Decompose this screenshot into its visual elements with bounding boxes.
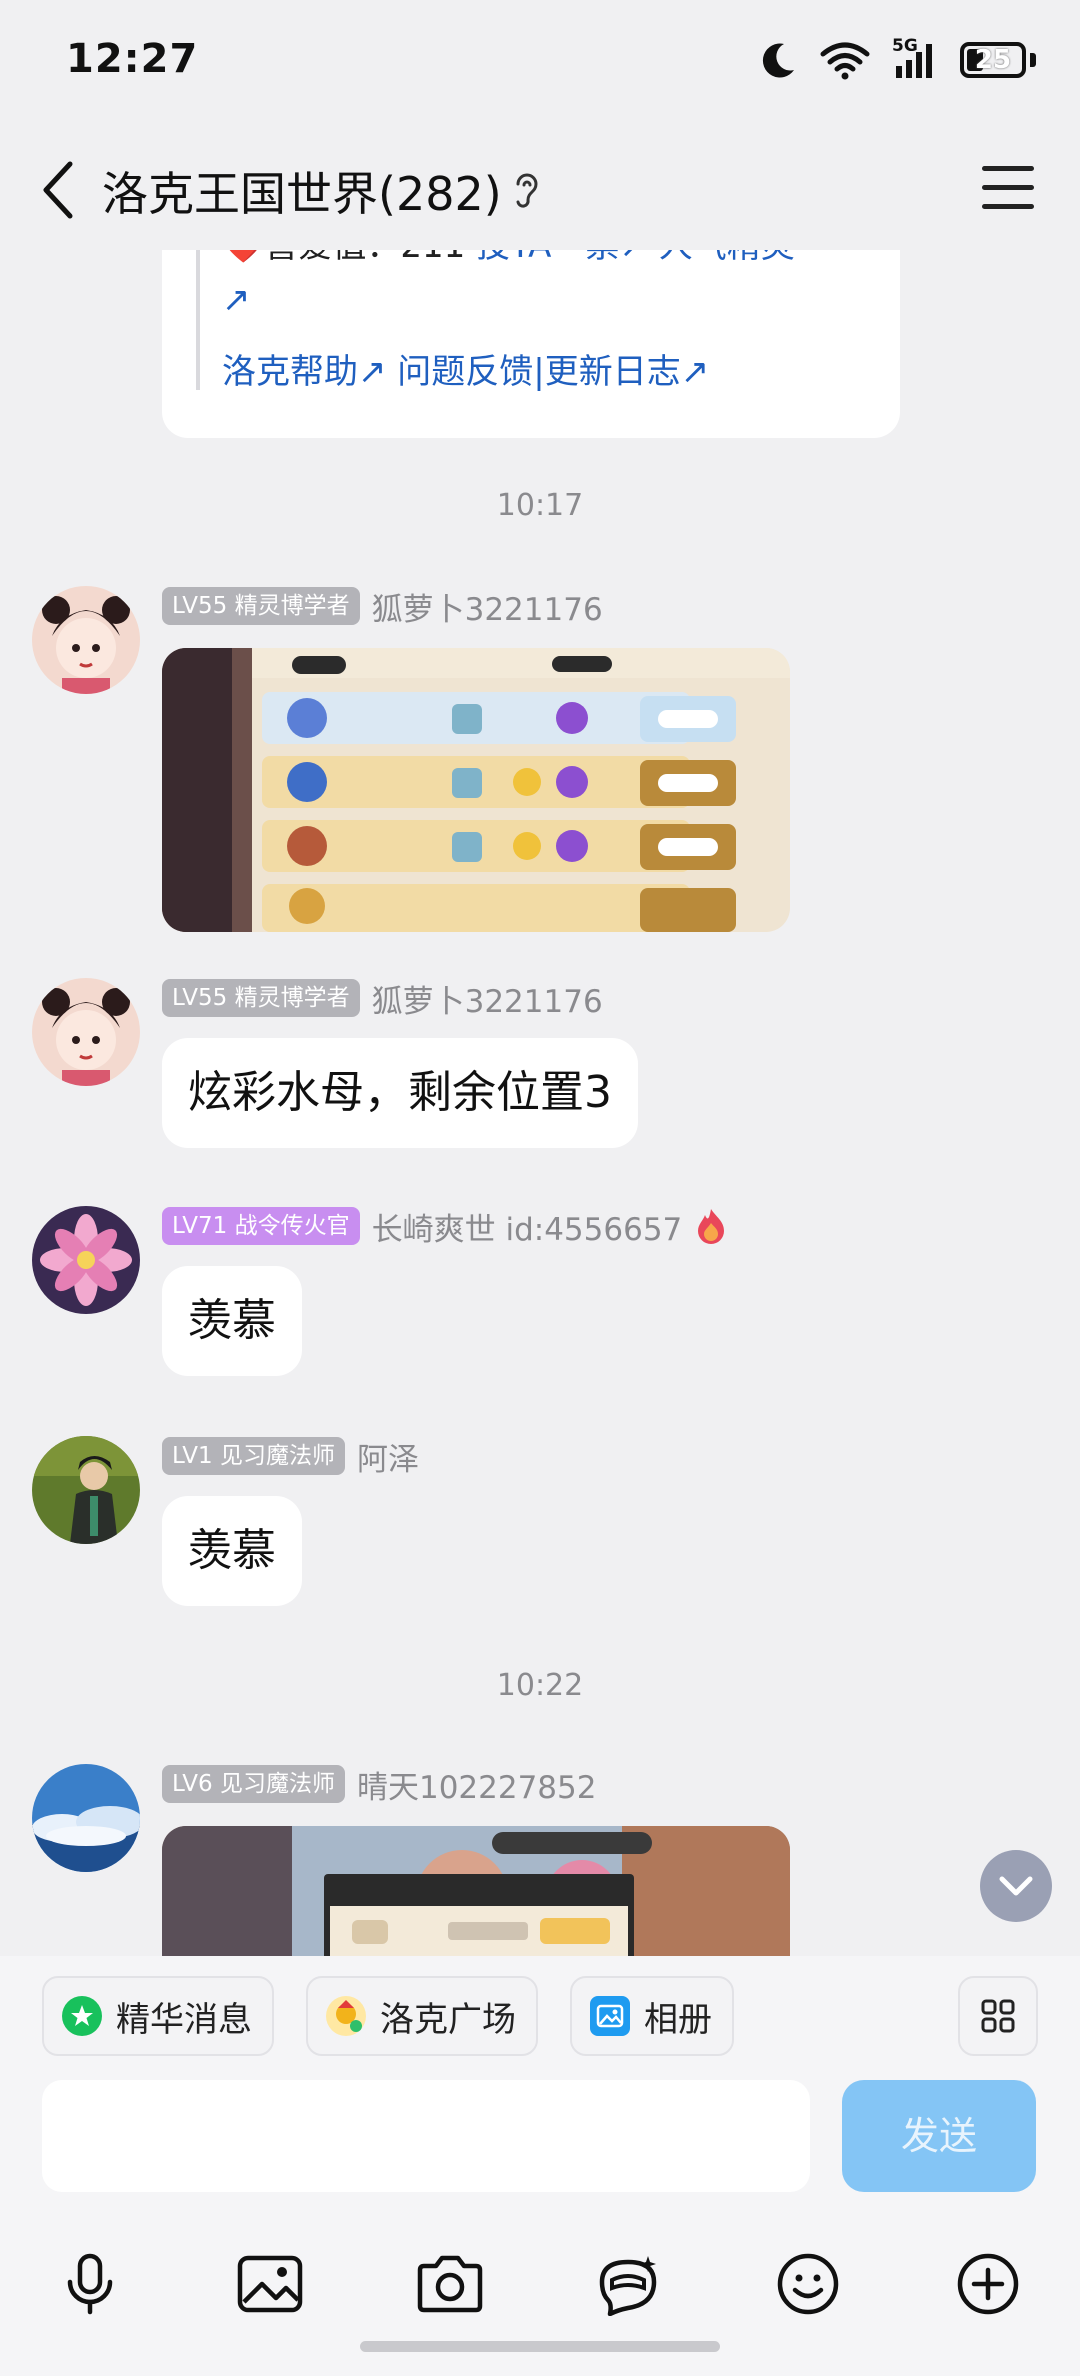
level-badge: LV1 见习魔法师 (162, 1437, 345, 1475)
essence-messages-button[interactable]: 精华消息 (42, 1976, 274, 2056)
chip-label: 相册 (644, 1999, 712, 2040)
group-title[interactable]: 洛克王国世界(282) (102, 158, 502, 224)
quote-bar (196, 250, 200, 390)
image-icon[interactable] (232, 2246, 308, 2322)
battery-cap (1030, 53, 1036, 67)
level-badge: LV6 见习魔法师 (162, 1765, 345, 1803)
menu-icon[interactable] (982, 166, 1034, 212)
microphone-icon[interactable] (52, 2246, 128, 2322)
chip-label: 精华消息 (116, 1999, 252, 2040)
roco-square-button[interactable]: 洛克广场 (306, 1976, 538, 2056)
popularity-value: ❤️喜爱值：211 (222, 250, 465, 266)
text-bubble[interactable]: 炫彩水母，剩余位置3 (162, 1038, 638, 1148)
card-help-links[interactable]: 洛克帮助↗ 问题反馈|更新日志↗ (222, 344, 709, 393)
ear-icon[interactable] (510, 168, 544, 212)
cellular-signal: 5G (892, 36, 938, 80)
battery-icon: 25 (960, 42, 1026, 78)
message-header: LV1 见习魔法师 阿泽 (162, 1434, 419, 1479)
back-arrow-icon[interactable] (34, 158, 86, 222)
fire-icon (698, 1209, 725, 1244)
sender-name[interactable]: 阿泽 (357, 1434, 419, 1479)
avatar[interactable] (32, 1764, 140, 1872)
chat-message: LV1 见习魔法师 阿泽 羡慕 (0, 1436, 1080, 1616)
level-badge: LV55 精灵博学者 (162, 587, 360, 625)
chat-message: LV55 精灵博学者 狐萝卜3221176 (0, 586, 1080, 946)
message-header: LV6 见习魔法师 晴天102227852 (162, 1762, 597, 1807)
sticker-icon[interactable] (590, 2246, 666, 2322)
grid-icon (981, 1999, 1015, 2033)
text-bubble[interactable]: 羡慕 (162, 1496, 302, 1606)
album-icon (590, 1996, 630, 2036)
card-line-2[interactable]: ↗ (222, 280, 251, 320)
home-indicator[interactable] (360, 2341, 720, 2352)
camera-icon[interactable] (412, 2246, 488, 2322)
quick-access-bar: 精华消息 洛克广场 相册 (0, 1976, 1080, 2058)
wifi-icon (820, 42, 870, 80)
avatar[interactable] (32, 586, 140, 694)
level-badge: LV55 精灵博学者 (162, 979, 360, 1017)
sender-name[interactable]: 长崎爽世 id:4556657 (372, 1204, 683, 1249)
emoji-icon[interactable] (770, 2246, 846, 2322)
message-input[interactable] (42, 2080, 810, 2192)
scroll-to-bottom-button[interactable] (980, 1850, 1052, 1922)
nav-bar: 洛克王国世界(282) (0, 130, 1080, 250)
time-separator: 10:22 (496, 1668, 584, 1703)
plus-icon[interactable] (950, 2246, 1026, 2322)
send-button[interactable]: 发送 (842, 2080, 1036, 2192)
chat-area[interactable]: ❤️喜爱值：211 投TA一票↗ 人气精灵 ↗ 洛克帮助↗ 问题反馈|更新日志↗… (0, 250, 1080, 1956)
message-header: LV55 精灵博学者 狐萝卜3221176 (162, 584, 603, 629)
star-icon (62, 1996, 102, 2036)
image-message[interactable] (162, 1826, 790, 1956)
vote-links[interactable]: 投TA一票↗ 人气精灵 (476, 250, 795, 266)
time-separator: 10:17 (496, 488, 584, 523)
more-apps-button[interactable] (958, 1976, 1038, 2056)
status-time: 12:27 (66, 36, 199, 82)
moon-icon (762, 43, 794, 78)
sender-name[interactable]: 晴天102227852 (357, 1762, 597, 1807)
bottom-panel: 精华消息 洛克广场 相册 发送 (0, 1956, 1080, 2376)
chip-label: 洛克广场 (380, 1999, 516, 2040)
group-info-card: ❤️喜爱值：211 投TA一票↗ 人气精灵 ↗ 洛克帮助↗ 问题反馈|更新日志↗ (162, 250, 900, 438)
status-bar: 12:27 5G 25 (0, 0, 1080, 130)
chat-message: LV71 战令传火官 长崎爽世 id:4556657 羡慕 (0, 1206, 1080, 1386)
battery-level: 25 (974, 45, 1012, 75)
sender-name[interactable]: 狐萝卜3221176 (372, 976, 603, 1021)
signal-bars-icon (896, 44, 932, 78)
text-bubble[interactable]: 羡慕 (162, 1266, 302, 1376)
sender-name[interactable]: 狐萝卜3221176 (372, 584, 603, 629)
avatar[interactable] (32, 1436, 140, 1544)
level-badge: LV71 战令传火官 (162, 1207, 360, 1245)
chat-message: LV55 精灵博学者 狐萝卜3221176 炫彩水母，剩余位置3 (0, 978, 1080, 1158)
status-icons: 5G 25 (758, 36, 1036, 80)
chevron-down-icon (999, 1876, 1033, 1896)
roco-icon (326, 1996, 366, 2036)
card-line-1: ❤️喜爱值：211 投TA一票↗ 人气精灵 (222, 250, 795, 267)
message-header: LV71 战令传火官 长崎爽世 id:4556657 (162, 1204, 728, 1249)
message-header: LV55 精灵博学者 狐萝卜3221176 (162, 976, 603, 1021)
image-message[interactable] (162, 648, 790, 932)
avatar[interactable] (32, 978, 140, 1086)
avatar[interactable] (32, 1206, 140, 1314)
input-toolbar (0, 2246, 1080, 2326)
chat-message: LV6 见习魔法师 晴天102227852 (0, 1764, 1080, 1956)
album-button[interactable]: 相册 (570, 1976, 734, 2056)
